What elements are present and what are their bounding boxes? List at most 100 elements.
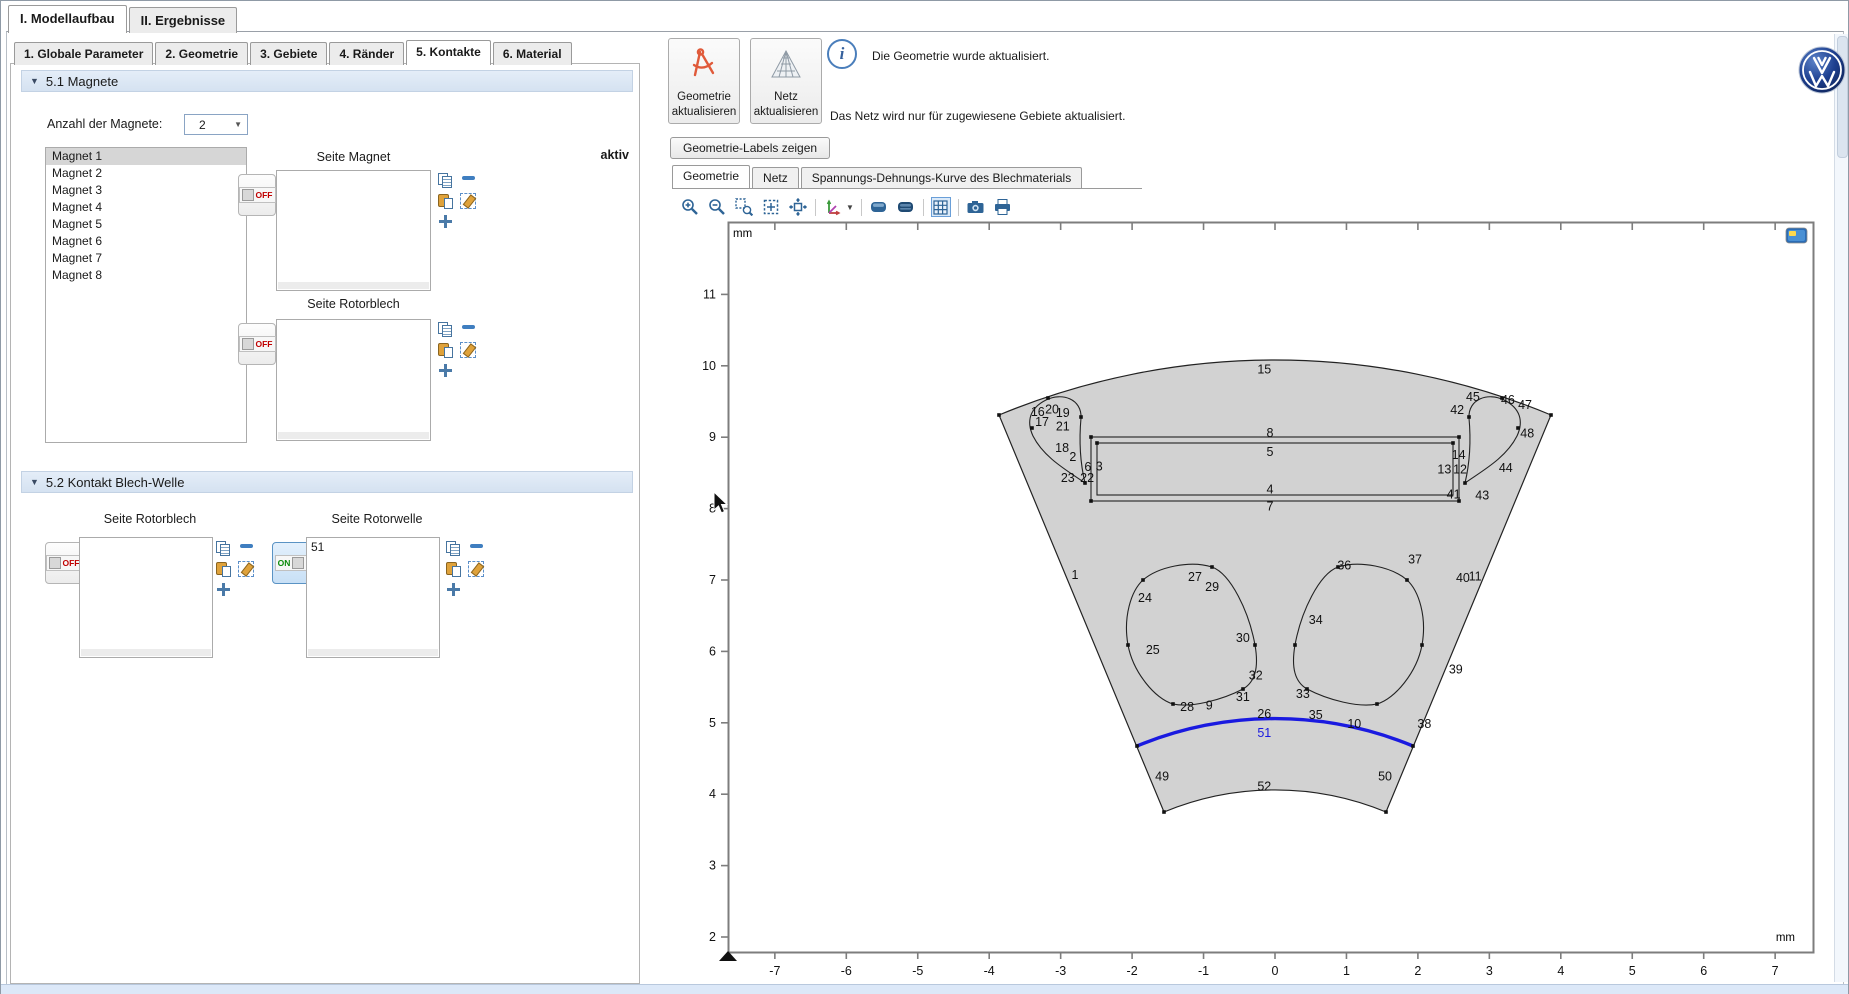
svg-text:9: 9 [1206,699,1213,713]
form-tab-0[interactable]: 1. Globale Parameter [14,42,153,65]
zoom-box-icon[interactable] [734,197,754,217]
show-grid-icon[interactable] [931,197,951,217]
magnet-list-item[interactable]: Magnet 6 [46,233,246,250]
svg-text:23: 23 [1061,471,1075,485]
h-scrollbar[interactable] [308,649,438,656]
paste-icon[interactable] [216,561,231,576]
kontakt-rotorwelle-selection-box[interactable]: 51 [306,537,440,658]
side-magnet-selection-tools [438,173,484,233]
clear-selection-icon[interactable] [460,193,476,209]
magnet-list-item[interactable]: Magnet 3 [46,182,246,199]
h-scrollbar[interactable] [81,649,211,656]
view-orientation-icon[interactable] [823,197,843,217]
remove-icon[interactable] [240,544,253,548]
form-tab-5[interactable]: 6. Material [493,42,572,65]
right-scrollbar[interactable] [1834,34,1848,982]
plot-context-icon[interactable] [1786,228,1807,243]
form-tab-2[interactable]: 3. Gebiete [250,42,327,65]
graphics-tab-1[interactable]: Netz [752,167,799,188]
clear-selection-icon[interactable] [460,342,476,358]
kontakt-rotorwelle-toggle[interactable]: ON [272,542,310,584]
magnet-count-combobox[interactable]: 2 ▼ [184,114,248,135]
svg-text:40: 40 [1456,571,1470,585]
magnet-list-item[interactable]: Magnet 7 [46,250,246,267]
clear-selection-icon[interactable] [238,561,254,577]
side-magnet-toggle[interactable]: OFF [238,174,276,216]
copy-icon[interactable] [438,322,452,337]
h-scrollbar[interactable] [278,282,429,289]
magnet-list-item[interactable]: Magnet 1 [46,148,246,165]
remove-icon[interactable] [470,544,483,548]
chevron-down-icon[interactable]: ▼ [846,203,854,212]
zoom-to-selection-icon[interactable] [217,583,230,596]
svg-text:44: 44 [1499,461,1513,475]
svg-text:1: 1 [1343,964,1350,978]
kontakt-rotorblech-selection-box[interactable] [79,537,213,658]
section-header-magnete[interactable]: ▼ 5.1 Magnete [21,70,633,92]
environment-icon[interactable] [896,197,916,217]
toolbar-separator [923,199,924,216]
remove-icon[interactable] [462,176,475,180]
side-rotorblech-selection-box[interactable] [276,319,431,441]
svg-text:5: 5 [1267,445,1274,459]
zoom-to-selection-icon[interactable] [447,583,460,596]
button-label: Netz aktualisieren [751,90,821,119]
update-geometry-button[interactable]: Geometrie aktualisieren [668,38,740,124]
info-icon: i [827,39,857,69]
zoom-out-icon[interactable] [707,197,727,217]
copy-icon[interactable] [446,541,460,556]
zoom-to-selection-icon[interactable] [439,215,452,228]
clear-selection-icon[interactable] [468,561,484,577]
magnet-list-item[interactable]: Magnet 5 [46,216,246,233]
show-geometry-labels-button[interactable]: Geometrie-Labels zeigen [670,137,830,159]
svg-text:4: 4 [1267,482,1274,496]
svg-text:19: 19 [1056,406,1070,420]
toolbar-separator [861,199,862,216]
magnet-list-item[interactable]: Magnet 8 [46,267,246,284]
main-tab-0[interactable]: I. Modellaufbau [8,5,127,33]
svg-text:14: 14 [1452,448,1466,462]
svg-text:52: 52 [1257,779,1271,793]
section-title: 5.2 Kontakt Blech-Welle [46,475,185,490]
graphics-tab-0[interactable]: Geometrie [672,165,750,188]
scene-light-icon[interactable] [869,197,889,217]
graphics-tab-2[interactable]: Spannungs-Dehnungs-Kurve des Blechmateri… [801,167,1082,188]
remove-icon[interactable] [462,325,475,329]
update-mesh-button[interactable]: Netz aktualisieren [750,38,822,124]
svg-text:31: 31 [1236,690,1250,704]
h-scrollbar[interactable] [278,432,429,439]
paste-icon[interactable] [438,342,453,357]
zoom-to-selection-icon[interactable] [439,364,452,377]
copy-icon[interactable] [216,541,230,556]
toggle-state: OFF [63,558,80,568]
kontakt-rotorblech-toggle[interactable]: OFF [45,542,83,584]
zoom-extents-icon[interactable] [761,197,781,217]
copy-icon[interactable] [438,173,452,188]
zoom-in-icon[interactable] [680,197,700,217]
print-icon[interactable] [993,197,1013,217]
svg-text:30: 30 [1236,631,1250,645]
svg-text:38: 38 [1417,717,1431,731]
x-axis-unit-label: mm [1776,932,1795,944]
svg-text:35: 35 [1309,708,1323,722]
magnet-listbox[interactable]: Magnet 1Magnet 2Magnet 3Magnet 4Magnet 5… [45,147,247,443]
geometry-graphics-canvas[interactable]: 1516201917211822322638547141312454647424… [690,215,1849,985]
form-tab-3[interactable]: 4. Ränder [329,42,404,65]
side-rotorblech-toggle[interactable]: OFF [238,323,276,365]
form-tab-4[interactable]: 5. Kontakte [406,40,491,65]
svg-text:24: 24 [1138,591,1152,605]
paste-icon[interactable] [438,193,453,208]
magnet-list-item[interactable]: Magnet 4 [46,199,246,216]
side-magnet-selection-box[interactable] [276,170,431,291]
snapshot-camera-icon[interactable] [966,197,986,217]
paste-icon[interactable] [446,561,461,576]
main-tab-1[interactable]: II. Ergebnisse [129,7,238,33]
info-note: Das Netz wird nur für zugewiesene Gebiet… [830,109,1125,123]
magnet-list-item[interactable]: Magnet 2 [46,165,246,182]
form-tab-1[interactable]: 2. Geometrie [155,42,248,65]
svg-text:36: 36 [1337,559,1351,573]
fit-view-icon[interactable] [788,197,808,217]
section-header-kontakt[interactable]: ▼ 5.2 Kontakt Blech-Welle [21,471,633,493]
svg-text:37: 37 [1408,552,1422,566]
svg-text:-3: -3 [1055,964,1066,978]
